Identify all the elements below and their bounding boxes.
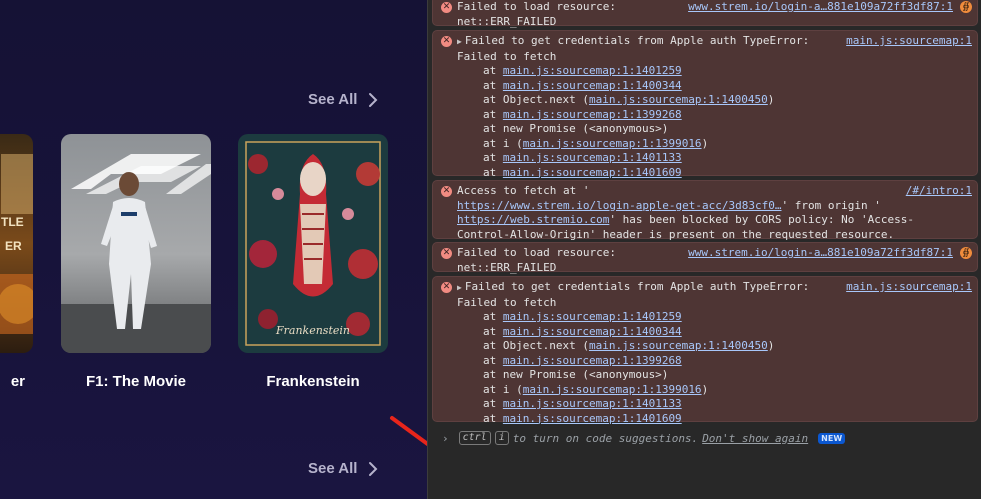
expand-triangle-icon[interactable]: ▶ — [457, 281, 462, 296]
stack-frame: at main.js:sourcemap:1:1400344 — [483, 324, 682, 338]
error-text: Failed to get credentials from Apple aut… — [464, 34, 810, 47]
stack-link[interactable]: main.js:sourcemap:1:1401609 — [503, 412, 682, 425]
error-text: Control-Allow-Origin' header is present … — [457, 227, 895, 241]
stack-frame: at main.js:sourcemap:1:1399268 — [483, 353, 682, 367]
url-link[interactable]: https://www.strem.io/login-apple-get-acc… — [457, 199, 782, 212]
poster-image: TLE ER — [0, 134, 33, 353]
error-text: Access to fetch at ' — [457, 184, 590, 197]
stack-link[interactable]: main.js:sourcemap:1:1400344 — [503, 325, 682, 338]
see-all-link-bottom[interactable]: See All — [308, 460, 381, 477]
console-error-message: ✕ ▶ Failed to get credentials from Apple … — [432, 30, 978, 179]
stremio-app: See All TLE ER Frankenstein er F1: The M… — [0, 0, 427, 499]
error-icon: ✕ — [441, 2, 452, 13]
svg-text:TLE: TLE — [1, 215, 24, 229]
console-prompt[interactable]: › ctrl i to turn on code suggestions. Do… — [442, 430, 972, 446]
expand-triangle-icon[interactable]: ▶ — [457, 35, 462, 50]
source-link[interactable]: www.strem.io/login-a…881e109a72ff3df87:1 — [688, 246, 953, 261]
stack-frame: at main.js:sourcemap:1:1401133 — [483, 151, 682, 164]
stack-frame: at Object.next (main.js:sourcemap:1:1400… — [483, 93, 775, 106]
error-text: Failed to fetch — [457, 49, 557, 63]
see-all-label: See All — [308, 91, 358, 108]
stack-frame: at i (main.js:sourcemap:1:1399016) — [483, 136, 709, 150]
stack-link[interactable]: main.js:sourcemap:1:1401259 — [503, 310, 682, 323]
console-error-message: ✕ Access to fetch at ' /#/intro:1 https:… — [432, 180, 978, 241]
error-icon: ✕ — [441, 248, 452, 259]
source-link[interactable]: /#/intro:1 — [906, 184, 972, 199]
stack-link[interactable]: main.js:sourcemap:1:1400450 — [589, 339, 768, 352]
error-icon: ✕ — [441, 36, 452, 47]
stack-link[interactable]: main.js:sourcemap:1:1399016 — [523, 383, 702, 396]
poster-image — [61, 134, 211, 353]
error-text: net::ERR_FAILED — [457, 14, 557, 28]
stack-frame: at main.js:sourcemap:1:1401133 — [483, 397, 682, 410]
stack-frame: at main.js:sourcemap:1:1401259 — [483, 310, 682, 323]
poster-partial-movie[interactable]: TLE ER — [0, 134, 33, 353]
chevron-right-icon — [369, 461, 378, 476]
stack-frame: at main.js:sourcemap:1:1400344 — [483, 78, 682, 92]
stack-frame: at main.js:sourcemap:1:1401609 — [483, 165, 682, 179]
stack-link[interactable]: main.js:sourcemap:1:1401133 — [503, 151, 682, 164]
kbd-i: i — [494, 431, 509, 445]
chevron-right-icon — [369, 92, 378, 107]
movie-title: er — [10, 373, 25, 390]
new-badge: NEW — [818, 432, 846, 444]
devtools-console[interactable]: ✕ Failed to load resource: net::ERR_FAIL… — [427, 0, 981, 499]
console-error-message: ✕ Failed to load resource: net::ERR_FAIL… — [432, 242, 978, 274]
poster-image: Frankenstein — [238, 134, 388, 353]
stack-frame: at main.js:sourcemap:1:1401259 — [483, 64, 682, 77]
stack-frame: at main.js:sourcemap:1:1399268 — [483, 107, 682, 121]
error-text: https://web.stremio.com' has been blocke… — [457, 213, 914, 226]
stack-link[interactable]: main.js:sourcemap:1:1400344 — [503, 79, 682, 92]
prompt-hint: to turn on code suggestions. — [512, 431, 699, 445]
stack-frame: at Object.next (main.js:sourcemap:1:1400… — [483, 339, 775, 352]
svg-text:Frankenstein: Frankenstein — [275, 324, 350, 337]
see-all-link-top[interactable]: See All — [308, 91, 381, 108]
stack-frame: at new Promise (<anonymous>) — [483, 122, 669, 135]
stack-link[interactable]: main.js:sourcemap:1:1399268 — [503, 354, 682, 367]
extension-icon[interactable]: ∯ — [960, 1, 972, 13]
see-all-label: See All — [308, 460, 358, 477]
source-link[interactable]: main.js:sourcemap:1 — [846, 34, 972, 49]
kbd-ctrl: ctrl — [458, 431, 491, 445]
stack-frame: at new Promise (<anonymous>) — [483, 368, 669, 381]
source-link[interactable]: main.js:sourcemap:1 — [846, 280, 972, 295]
poster-frankenstein[interactable]: Frankenstein — [238, 134, 388, 353]
stack-link[interactable]: main.js:sourcemap:1:1399268 — [503, 108, 682, 121]
movie-title: Frankenstein — [266, 373, 360, 390]
error-icon: ✕ — [441, 282, 452, 293]
stack-frame: at main.js:sourcemap:1:1401609 — [483, 411, 682, 425]
stack-link[interactable]: main.js:sourcemap:1:1401609 — [503, 166, 682, 179]
console-error-message: ✕ Failed to load resource: net::ERR_FAIL… — [432, 0, 978, 28]
console-error-message: ✕ ▶ Failed to get credentials from Apple … — [432, 276, 978, 425]
url-link[interactable]: https://web.stremio.com — [457, 213, 609, 226]
dont-show-again-link[interactable]: Don't show again — [702, 432, 808, 445]
source-link[interactable]: www.strem.io/login-a…881e109a72ff3df87:1 — [688, 0, 953, 15]
error-text: https://www.strem.io/login-apple-get-acc… — [457, 198, 881, 212]
stack-link[interactable]: main.js:sourcemap:1:1399016 — [523, 137, 702, 150]
stack-link[interactable]: main.js:sourcemap:1:1400450 — [589, 93, 768, 106]
error-text: Failed to get credentials from Apple aut… — [464, 280, 810, 293]
prompt-chevron-icon: › — [442, 431, 449, 445]
stack-link[interactable]: main.js:sourcemap:1:1401133 — [503, 397, 682, 410]
svg-text:ER: ER — [5, 239, 22, 253]
error-text: Failed to fetch — [457, 295, 557, 309]
movie-title: F1: The Movie — [85, 373, 186, 390]
error-text: net::ERR_FAILED — [457, 260, 557, 274]
poster-f1-the-movie[interactable] — [61, 134, 211, 353]
extension-icon[interactable]: ∯ — [960, 247, 972, 259]
stack-frame: at i (main.js:sourcemap:1:1399016) — [483, 382, 709, 396]
error-icon: ✕ — [441, 186, 452, 197]
stack-link[interactable]: main.js:sourcemap:1:1401259 — [503, 64, 682, 77]
